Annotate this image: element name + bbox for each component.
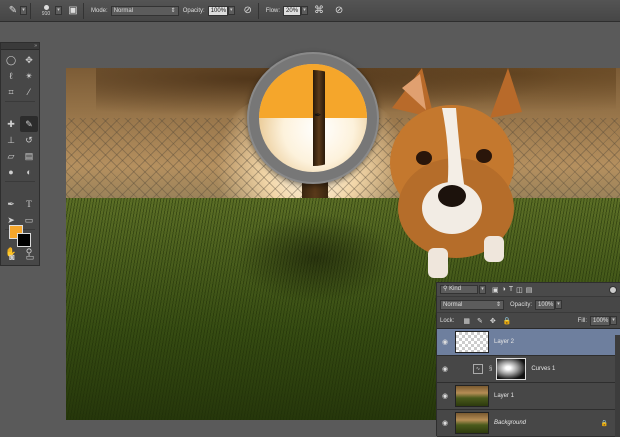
blur-tool-icon[interactable]: ● (2, 164, 20, 180)
opacity-label: Opacity: (182, 7, 205, 14)
layer-thumbnail (455, 385, 489, 407)
color-sample-ring (247, 52, 379, 184)
options-bar: ✎ ▾ 910 ▾ ▣ Mode: Normal ⇕ Opacity: 100% … (0, 0, 620, 22)
opacity-dropdown[interactable]: ▾ (227, 6, 235, 15)
background-color-swatch[interactable] (17, 233, 31, 247)
chevron-updown-icon: ⇕ (495, 301, 501, 308)
pen-tool-icon[interactable]: ✒ (2, 196, 20, 212)
layer-mask-thumbnail[interactable] (496, 358, 527, 380)
layer-opacity-label: Opacity: (510, 301, 533, 308)
screen-mode-icon[interactable]: ▭ (22, 251, 38, 263)
curves-adjustment-icon: ∿ (473, 364, 483, 374)
brush-panel-icon[interactable]: ▣ (66, 4, 80, 18)
layer-row-layer-2[interactable]: ◉ Layer 2 (437, 329, 620, 356)
layer-filter-kind[interactable]: ⚲ Kind (440, 285, 478, 294)
marquee-tool-icon[interactable]: ◯ (2, 52, 20, 68)
layer-opacity-dropdown[interactable]: ▾ (555, 300, 563, 309)
filter-smart-object-icon[interactable]: ▤ (526, 286, 533, 294)
filter-kind-dropdown[interactable]: ▾ (479, 285, 486, 294)
brush-size-value: 910 (41, 10, 51, 17)
layer-name: Background (494, 420, 527, 426)
layer-row-background[interactable]: ◉ Background 🔒 (437, 410, 620, 437)
eyedropper-tool-icon[interactable]: ⁄ (20, 84, 38, 100)
layer-row-layer-1[interactable]: ◉ Layer 1 (437, 383, 620, 410)
layer-thumbnail (455, 331, 489, 353)
brush-tool-icon[interactable]: ✎ (20, 116, 38, 132)
layers-panel: ⚲ Kind ▾ ▣ ◑ T ◫ ▤ Normal ⇕ Opacity: 100%… (436, 282, 620, 437)
layer-row-curves-1[interactable]: ◉ ∿ § Curves 1 (437, 356, 620, 383)
brush-preset-picker[interactable]: 910 (37, 4, 55, 17)
airbrush-icon[interactable]: ⌘ (312, 4, 326, 18)
opacity-field[interactable]: 100% (207, 5, 228, 16)
filter-kind-value: Kind (449, 286, 462, 292)
fill-field[interactable]: 100% (590, 315, 610, 326)
magic-wand-tool-icon[interactable]: ✴ (20, 68, 38, 84)
search-icon: ⚲ (443, 286, 448, 292)
lock-icon: 🔒 (600, 420, 608, 427)
clone-stamp-tool-icon[interactable]: ⊥ (2, 132, 20, 148)
history-brush-tool-icon[interactable]: ↺ (20, 132, 38, 148)
visibility-eye-icon[interactable]: ◉ (437, 419, 453, 427)
link-chain-icon[interactable]: § (489, 366, 492, 372)
layer-name: Layer 1 (494, 393, 515, 399)
filter-pixel-icon[interactable]: ▣ (492, 286, 499, 294)
visibility-eye-icon[interactable]: ◉ (437, 338, 453, 346)
lasso-tool-icon[interactable]: ℓ (2, 68, 20, 84)
lock-label: Lock: (440, 317, 455, 324)
chevron-updown-icon: ⇕ (170, 7, 176, 14)
sampled-image-preview (265, 70, 361, 166)
pressure-opacity-icon[interactable]: ⊘ (241, 4, 255, 18)
brush-size-dropdown[interactable]: ▾ (55, 6, 62, 15)
crop-tool-icon[interactable]: ⌗ (2, 84, 20, 100)
layer-name: Curves 1 (531, 366, 556, 372)
brush-tool-icon[interactable]: ✎ (6, 4, 20, 18)
eyedropper-cursor-icon: ✒ (314, 110, 322, 120)
flow-label: Flow: (265, 7, 281, 14)
tools-panel: » ◯ ✥ ℓ ✴ ⌗ ⁄ ✚ ✎ ⊥ ↺ ▱ ▤ ● ◐ ✒ T ➤ ▭ ✋ … (0, 42, 40, 266)
eraser-tool-icon[interactable]: ▱ (2, 148, 20, 164)
gradient-tool-icon[interactable]: ▤ (20, 148, 38, 164)
filter-adjustment-icon[interactable]: ◑ (502, 286, 506, 294)
dodge-tool-icon[interactable]: ◐ (20, 164, 38, 180)
filter-toggle[interactable] (609, 285, 617, 294)
layer-opacity-field[interactable]: 100% (535, 299, 556, 310)
mode-value: Normal (113, 7, 134, 14)
lock-transparency-icon[interactable]: ▦ (463, 317, 470, 325)
type-tool-icon[interactable]: T (20, 196, 38, 212)
layer-thumbnail (455, 412, 489, 434)
layers-scrollbar[interactable] (615, 335, 620, 437)
tool-preset-dropdown[interactable]: ▾ (20, 6, 27, 15)
blend-mode-value: Normal (443, 301, 463, 308)
mode-label: Mode: (91, 7, 108, 14)
tools-panel-header[interactable]: » (1, 43, 39, 50)
healing-brush-tool-icon[interactable]: ✚ (2, 116, 20, 132)
quick-mask-icon[interactable]: ◙ (4, 251, 20, 263)
lock-all-icon[interactable]: 🔒 (503, 317, 512, 325)
filter-type-icon[interactable]: T (509, 286, 513, 294)
layer-name: Layer 2 (494, 339, 515, 345)
lock-pixels-icon[interactable]: ✎ (477, 317, 483, 325)
pressure-size-icon[interactable]: ⊘ (332, 4, 346, 18)
filter-shape-icon[interactable]: ◫ (516, 286, 523, 294)
blend-mode-select[interactable]: Normal ⇕ (440, 299, 504, 310)
visibility-eye-icon[interactable]: ◉ (437, 365, 453, 373)
fill-dropdown[interactable]: ▾ (610, 316, 617, 325)
brush-tip-icon (43, 4, 49, 10)
flow-dropdown[interactable]: ▾ (301, 6, 309, 15)
fill-label: Fill: (577, 317, 587, 324)
mode-select[interactable]: Normal ⇕ (110, 5, 179, 16)
flow-field[interactable]: 20% (283, 5, 302, 16)
lock-position-icon[interactable]: ✥ (490, 317, 496, 325)
corgi-dog (390, 68, 522, 278)
visibility-eye-icon[interactable]: ◉ (437, 392, 453, 400)
move-tool-icon[interactable]: ✥ (20, 52, 38, 68)
